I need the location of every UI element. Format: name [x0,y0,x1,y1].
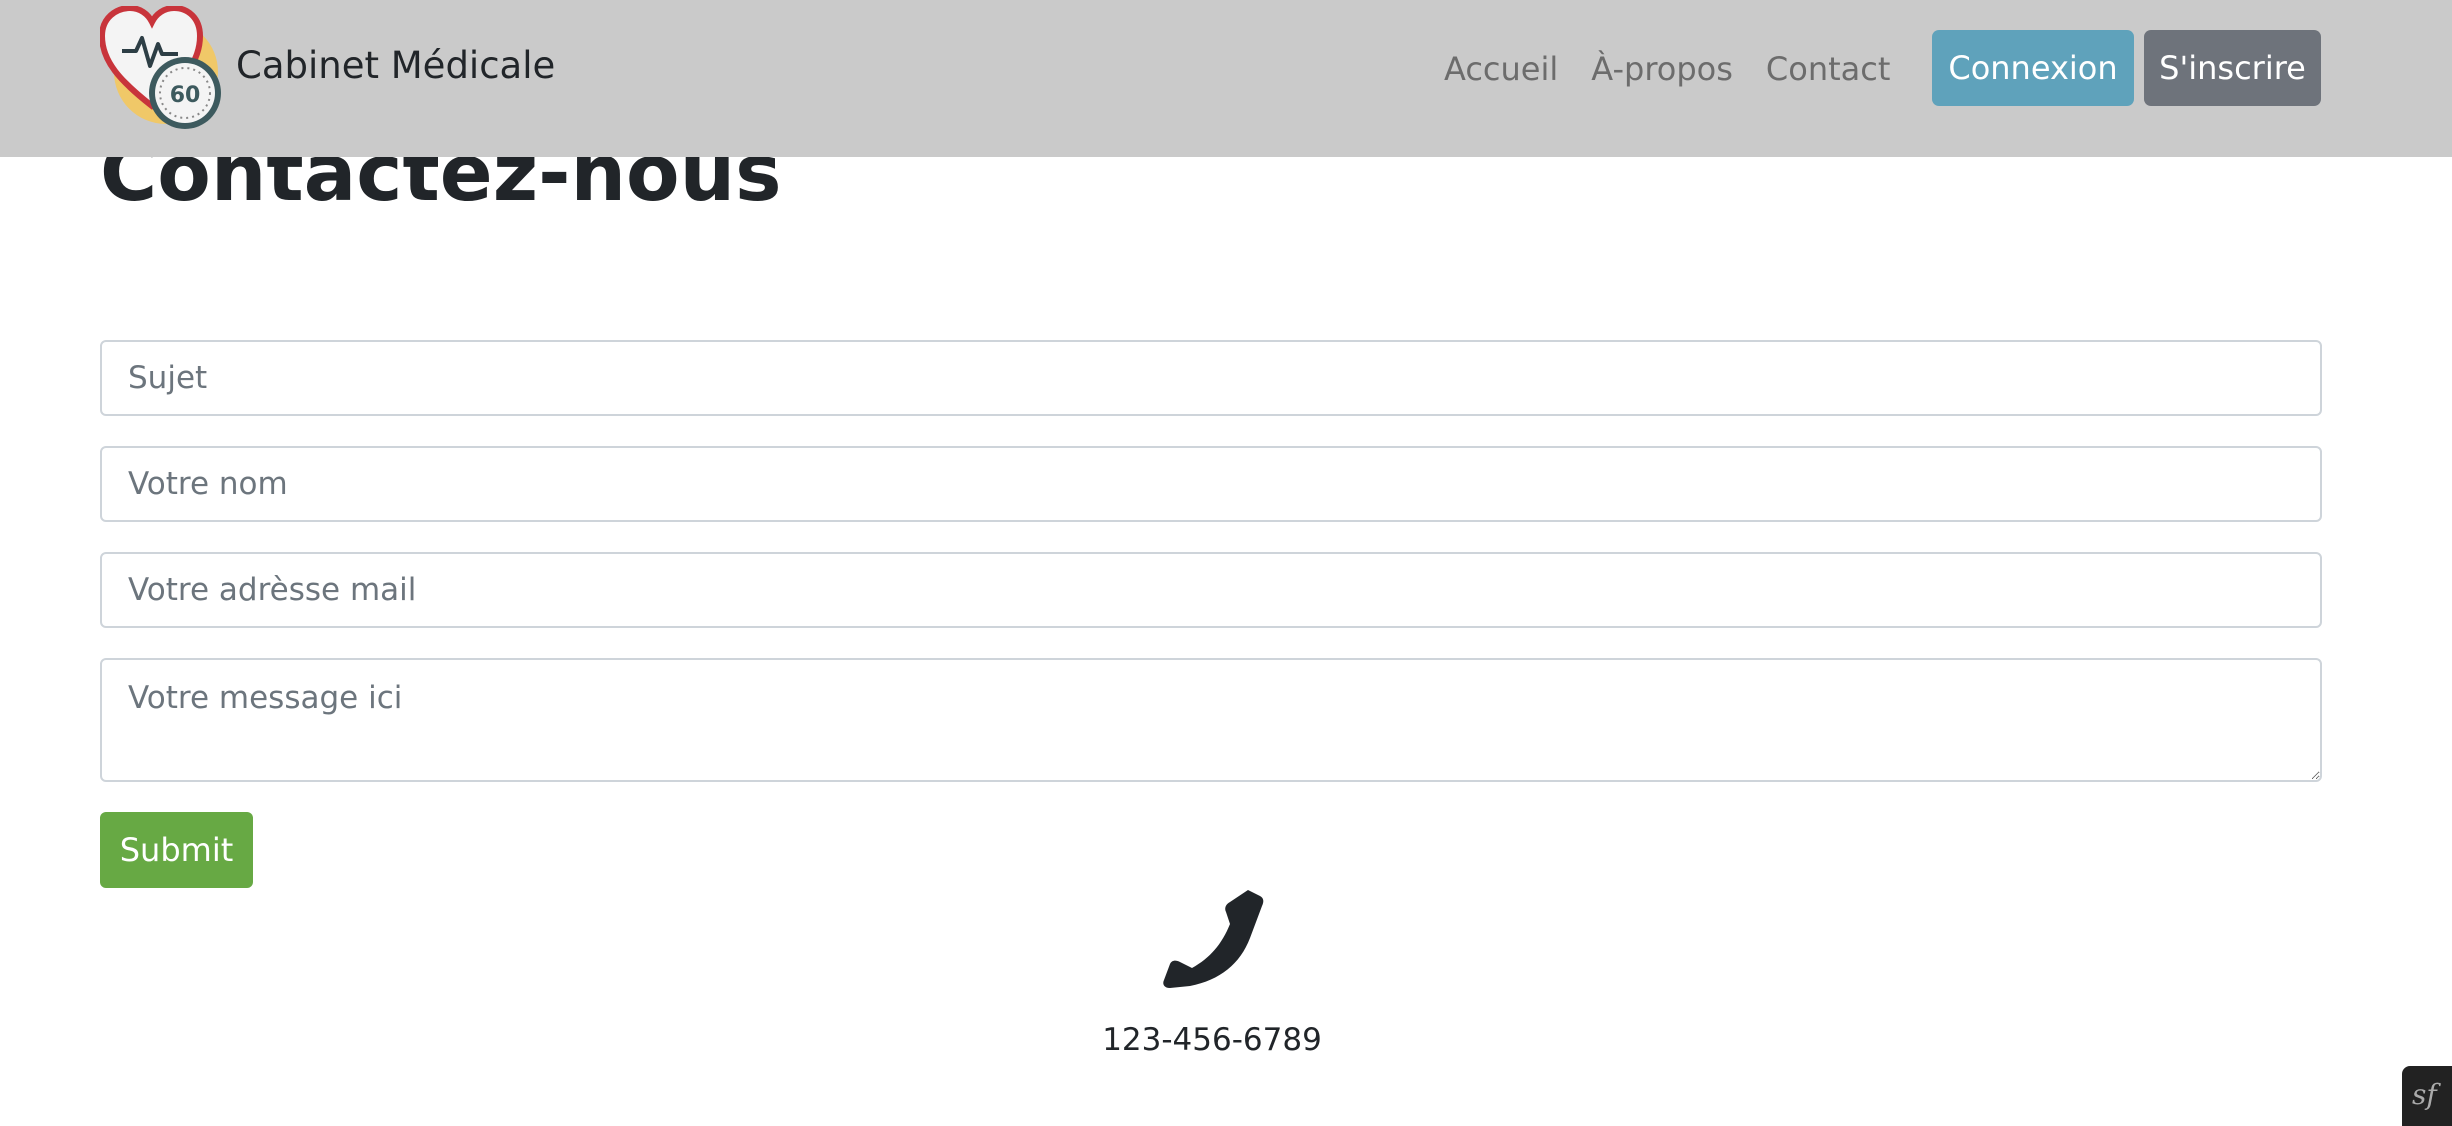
login-button[interactable]: Connexion [1932,30,2134,106]
nav-link-accueil[interactable]: Accueil [1444,50,1558,88]
logo-badge-text: 60 [170,83,201,108]
phone-number: 123-456-6789 [1102,1022,1322,1058]
nav-link-a-propos[interactable]: À-propos [1591,50,1733,88]
phone-icon [1160,886,1264,990]
message-textarea[interactable] [100,658,2322,782]
submit-button[interactable]: Submit [100,812,253,888]
email-input[interactable] [100,552,2322,628]
brand[interactable]: 60 Cabinet Médicale [98,4,556,132]
brand-logo-icon: 60 [98,4,224,132]
navbar: 60 Cabinet Médicale Accueil À-propos Con… [0,0,2452,157]
signup-button[interactable]: S'inscrire [2144,30,2321,106]
name-input[interactable] [100,446,2322,522]
debug-toolbar-icon[interactable]: sf [2402,1066,2452,1126]
nav-links: Accueil À-propos Contact [1444,50,1890,88]
brand-name: Cabinet Médicale [236,43,556,87]
subject-input[interactable] [100,340,2322,416]
nav-link-contact[interactable]: Contact [1766,50,1891,88]
